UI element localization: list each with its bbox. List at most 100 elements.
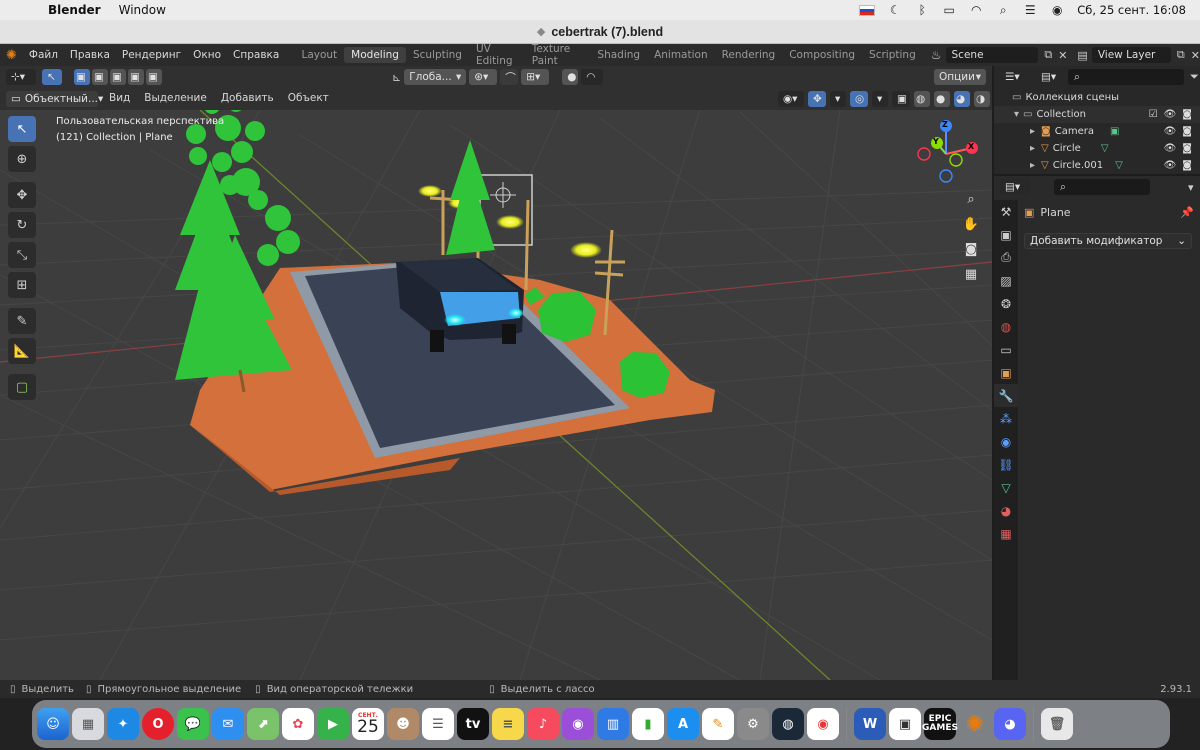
battery-icon[interactable]: ▭ <box>942 3 956 17</box>
proportional-falloff-icon[interactable]: ◠ <box>581 69 604 85</box>
contacts-icon[interactable]: ☻ <box>387 708 419 740</box>
add-cube-tool-icon[interactable]: ▢ <box>8 374 36 400</box>
wifi-icon[interactable]: ◠ <box>969 3 983 17</box>
modifier-tab-icon[interactable]: 🔧 <box>994 384 1018 407</box>
pages-icon[interactable]: ✎ <box>702 708 734 740</box>
navigation-gizmo[interactable]: X Z Y <box>912 118 982 190</box>
zoom-icon[interactable]: ⌕ <box>960 188 982 210</box>
new-view-layer-icon[interactable]: ⧉ <box>1177 48 1185 62</box>
opera-icon[interactable]: O <box>142 708 174 740</box>
menu-window[interactable]: Window <box>119 3 166 17</box>
snap-target-icon[interactable]: ⊞▾ <box>521 69 550 85</box>
collapse-arrow-icon[interactable]: ▾ <box>1014 109 1019 120</box>
properties-editor-type-icon[interactable]: ▤▾ <box>1000 179 1030 195</box>
proportional-edit-icon[interactable]: ● <box>562 69 579 85</box>
notes-icon[interactable]: ≡ <box>492 708 524 740</box>
menu-view[interactable]: Вид <box>102 92 137 104</box>
reminders-icon[interactable]: ☰ <box>422 708 454 740</box>
facetime-icon[interactable]: ▶ <box>317 708 349 740</box>
scene-selector[interactable]: Scene <box>945 47 1039 63</box>
outliner-row-circle-001[interactable]: ▸ ▽ Circle.001 ▽ 👁 ◙ <box>994 157 1200 174</box>
output-tab-icon[interactable]: ⎙ <box>994 246 1018 269</box>
apple-tv-icon[interactable]: tv <box>457 708 489 740</box>
tool-tab-icon[interactable]: ⚒ <box>994 200 1018 223</box>
word-icon[interactable]: W <box>854 708 886 740</box>
delete-scene-icon[interactable]: ✕ <box>1058 49 1067 62</box>
measure-tool-icon[interactable]: 📐 <box>8 338 36 364</box>
cursor-tool-icon[interactable]: ⊕ <box>8 146 36 172</box>
select-box-tool-icon[interactable]: ↖ <box>8 116 36 142</box>
visibility-eye-icon[interactable]: 👁 <box>1164 126 1177 137</box>
visibility-eye-icon[interactable]: 👁 <box>1164 143 1177 154</box>
app-store-icon[interactable]: A <box>667 708 699 740</box>
outliner-row-camera[interactable]: ▸ ◙ Camera ▣ 👁 ◙ <box>994 123 1200 140</box>
transform-tool-icon[interactable]: ⊞ <box>8 272 36 298</box>
shading-material-icon[interactable]: ◕ <box>954 91 970 107</box>
input-source-flag-icon[interactable] <box>859 4 876 16</box>
view-layer-selector[interactable]: View Layer <box>1091 47 1171 63</box>
render-camera-icon[interactable]: ◙ <box>1182 126 1192 137</box>
tab-rendering[interactable]: Rendering <box>715 47 783 63</box>
outliner-row-scene-collection[interactable]: ▭ Коллекция сцены <box>994 89 1200 106</box>
collection-tab-icon[interactable]: ▭ <box>994 338 1018 361</box>
mode-extend-icon[interactable]: ▣ <box>92 69 108 85</box>
properties-options-icon[interactable]: ▾ <box>1188 181 1194 194</box>
expand-arrow-icon[interactable]: ▸ <box>1030 143 1035 154</box>
menu-window[interactable]: Окно <box>187 49 227 61</box>
properties-search-input[interactable]: ⌕ <box>1054 179 1150 195</box>
app-menu-blender[interactable]: Blender <box>48 3 101 17</box>
bluetooth-icon[interactable]: ᛒ <box>915 3 929 17</box>
transform-orientation-dropdown[interactable]: Глоба... ▾ <box>404 69 467 85</box>
constraints-tab-icon[interactable]: ⛓ <box>994 453 1018 476</box>
blender-logo-icon[interactable]: ✺ <box>0 48 23 63</box>
select-tool-icon[interactable]: ↖ <box>42 69 62 85</box>
trash-icon[interactable]: 🗑 <box>1041 708 1073 740</box>
object-tab-icon[interactable]: ▣ <box>994 361 1018 384</box>
system-preferences-icon[interactable]: ⚙ <box>737 708 769 740</box>
tab-shading[interactable]: Shading <box>590 47 647 63</box>
particles-tab-icon[interactable]: ⁂ <box>994 407 1018 430</box>
safari-icon[interactable]: ✦ <box>107 708 139 740</box>
preview-icon[interactable]: ▣ <box>889 708 921 740</box>
shading-wireframe-icon[interactable]: ◍ <box>914 91 930 107</box>
mesh-data-icon[interactable]: ▽ <box>1101 143 1109 154</box>
render-camera-icon[interactable]: ◙ <box>1182 109 1192 120</box>
expand-arrow-icon[interactable]: ▸ <box>1030 160 1035 171</box>
spotlight-icon[interactable]: ⌕ <box>996 3 1010 18</box>
tab-modeling[interactable]: Modeling <box>344 47 406 63</box>
discord-icon[interactable]: ◕ <box>994 708 1026 740</box>
moon-icon[interactable]: ☾ <box>888 3 902 17</box>
xray-toggle-icon[interactable]: ▣ <box>892 91 910 107</box>
render-tab-icon[interactable]: ▣ <box>994 223 1018 246</box>
interaction-mode-dropdown[interactable]: ▭ Объектный... ▾ <box>6 91 103 107</box>
tab-compositing[interactable]: Compositing <box>782 47 862 63</box>
pan-hand-icon[interactable]: ✋ <box>960 213 982 235</box>
camera-data-icon[interactable]: ▣ <box>1110 126 1119 137</box>
epic-games-icon[interactable]: EPIC GAMES <box>922 708 958 740</box>
mode-new-icon[interactable]: ▣ <box>74 69 90 85</box>
scene-tab-icon[interactable]: ❂ <box>994 292 1018 315</box>
editor-type-icon[interactable]: ⊹▾ <box>6 69 36 85</box>
3d-viewport[interactable]: Пользовательская перспектива (121) Colle… <box>0 110 992 680</box>
render-camera-icon[interactable]: ◙ <box>1182 160 1192 171</box>
outliner-row-circle[interactable]: ▸ ▽ Circle ▽ 👁 ◙ <box>994 140 1200 157</box>
display-mode-icon[interactable]: ▤▾ <box>1036 69 1062 85</box>
overlay-toggle-icon[interactable]: ◎ <box>850 91 868 107</box>
pivot-point-icon[interactable]: ⊛▾ <box>469 69 498 85</box>
photos-icon[interactable]: ✿ <box>282 708 314 740</box>
texture-tab-icon[interactable]: ▦ <box>994 522 1018 545</box>
snap-toggle-icon[interactable]: ⌒ <box>500 69 519 85</box>
gizmo-toggle-icon[interactable]: ✥ <box>808 91 826 107</box>
mesh-data-icon[interactable]: ▽ <box>1115 160 1123 171</box>
world-tab-icon[interactable]: ◍ <box>994 315 1018 338</box>
tab-scripting[interactable]: Scripting <box>862 47 923 63</box>
rotate-tool-icon[interactable]: ↻ <box>8 212 36 238</box>
menubar-clock[interactable]: Сб, 25 сент. 16:08 <box>1077 3 1186 17</box>
steam-icon[interactable]: ◍ <box>772 708 804 740</box>
overlay-dropdown-icon[interactable]: ▾ <box>872 91 888 107</box>
scene-icon[interactable]: ♨ <box>931 48 942 62</box>
visibility-eye-icon[interactable]: 👁 <box>1164 160 1177 171</box>
menu-file[interactable]: Файл <box>23 49 64 61</box>
collection-checkbox-icon[interactable]: ☑ <box>1149 109 1158 120</box>
mode-subtract-icon[interactable]: ▣ <box>110 69 126 85</box>
